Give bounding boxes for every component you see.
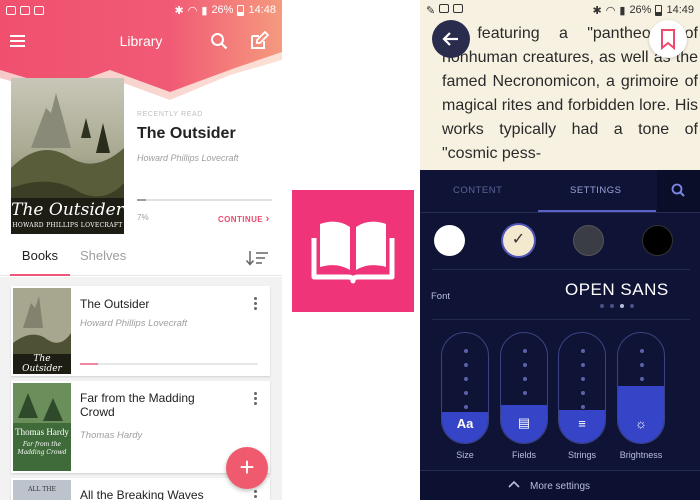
divider [432, 319, 690, 320]
status-bar: ✱ ◠ ▮ 26% 14:48 [0, 0, 282, 20]
clock: 14:49 [666, 4, 694, 16]
cover-title: The Outsider [22, 354, 62, 374]
notification-icon [6, 5, 16, 15]
strings-label: Strings [567, 450, 596, 460]
arrow-left-icon [442, 32, 458, 46]
book-title: The Outsider [80, 297, 150, 311]
book-card[interactable]: The Outsider The Outsider Howard Phillip… [11, 286, 270, 376]
tab-settings[interactable]: SETTINGS [570, 185, 622, 196]
battery-icon [237, 4, 245, 16]
more-vert-icon[interactable] [254, 297, 258, 312]
book-cover: Thomas Hardy Far from the Madding Crowd [13, 383, 71, 471]
reader-settings-panel: CONTENT SETTINGS ✓ Font OPEN SANS Aa ▤ ≡… [420, 170, 700, 500]
recent-progress-fill [137, 199, 147, 201]
cover-title: The Outsider [11, 200, 124, 220]
sort-icon[interactable] [245, 249, 269, 267]
battery-icon [655, 4, 663, 16]
size-label: Size [456, 450, 474, 460]
book-progress-fill [80, 363, 98, 365]
bluetooth-icon: ✱ [592, 4, 602, 17]
edit-icon[interactable] [249, 31, 269, 51]
tab-content[interactable]: CONTENT [453, 185, 502, 196]
check-icon: ✓ [511, 231, 526, 248]
bookmark-icon [661, 29, 675, 51]
more-vert-icon[interactable] [254, 490, 258, 500]
book-cover: The Outsider [13, 288, 71, 374]
mail-icon [453, 3, 464, 13]
font-selector[interactable]: OPEN SANS [565, 280, 669, 300]
signal-icon: ▮ [201, 4, 208, 17]
cover-title: ALL THE [28, 486, 56, 493]
mail-icon [34, 5, 44, 15]
more-settings-label: More settings [530, 481, 591, 492]
book-title: Far from the Madding Crowd [80, 391, 195, 419]
brightness-slider[interactable]: ☼ [617, 332, 665, 444]
book-cover: ALL THE [13, 480, 71, 500]
recently-read-label: RECENTLY READ [137, 111, 203, 118]
margins-icon: ▤ [517, 415, 531, 430]
size-slider[interactable]: Aa [441, 332, 489, 444]
app-logo [292, 190, 414, 312]
recent-book-title[interactable]: The Outsider [137, 125, 236, 143]
chevron-right-icon: › [265, 213, 270, 225]
text-size-icon: Aa [456, 416, 474, 431]
cover-author: Thomas Hardy [15, 427, 69, 437]
fields-slider[interactable]: ▤ [500, 332, 548, 444]
search-icon [671, 183, 685, 197]
signal-icon: ▮ [619, 4, 626, 17]
theme-sepia-swatch[interactable]: ✓ [503, 225, 534, 256]
brightness-label: Brightness [619, 450, 663, 460]
battery-percent: 26% [211, 4, 234, 16]
recent-progress-text: 7% [137, 213, 149, 222]
theme-gray-swatch[interactable] [573, 225, 604, 256]
search-icon[interactable] [210, 32, 228, 50]
slider-fill [618, 385, 664, 443]
cover-author: HOWARD PHILLIPS LOVECRAFT [12, 222, 123, 229]
continue-label: CONTINUE [218, 215, 263, 224]
image-icon [439, 3, 450, 13]
strings-slider[interactable]: ≡ [558, 332, 606, 444]
divider [420, 212, 700, 213]
more-settings-button[interactable]: More settings [420, 470, 700, 500]
recent-book-author: Howard Phillips Lovecraft [137, 153, 239, 163]
battery-percent: 26% [629, 4, 652, 16]
theme-white-swatch[interactable] [434, 225, 465, 256]
library-screen: ✱ ◠ ▮ 26% 14:48 Library The Outsider HOW… [0, 0, 282, 500]
recent-progress-bar [137, 199, 272, 201]
add-book-button[interactable]: + [226, 447, 268, 489]
book-title: All the Breaking Waves [80, 488, 204, 500]
theme-black-swatch[interactable] [642, 225, 673, 256]
tab-books[interactable]: Books [10, 248, 70, 276]
bluetooth-icon: ✱ [174, 4, 184, 17]
divider [432, 269, 690, 270]
wrench-icon: ✎ [426, 4, 436, 17]
more-vert-icon[interactable] [254, 392, 258, 407]
recent-book-cover[interactable]: The Outsider HOWARD PHILLIPS LOVECRAFT [11, 78, 124, 234]
open-book-icon [311, 221, 395, 284]
page-title: Library [119, 33, 163, 49]
line-spacing-icon: ≡ [578, 416, 586, 431]
font-page-indicator [600, 304, 634, 308]
tab-shelves[interactable]: Shelves [80, 248, 126, 263]
chevron-up-icon [508, 480, 520, 488]
book-progress-bar [80, 363, 258, 365]
back-button[interactable] [432, 20, 470, 58]
reader-screen: ✎ ✱ ◠ ▮ 26% 14:49 ks featuring a "panthe… [420, 0, 700, 500]
panel-search-button[interactable] [657, 170, 700, 212]
clock: 14:48 [248, 4, 276, 16]
image-icon [20, 5, 30, 15]
continue-button[interactable]: CONTINUE › [218, 213, 270, 225]
wifi-icon: ◠ [605, 4, 616, 17]
fields-label: Fields [511, 450, 536, 460]
library-tabs: Books Shelves [0, 240, 282, 276]
font-label: Font [431, 291, 451, 302]
wifi-icon: ◠ [187, 4, 198, 17]
status-bar: ✎ ✱ ◠ ▮ 26% 14:49 [420, 0, 700, 20]
bookmark-button[interactable] [649, 20, 687, 58]
brightness-icon: ☼ [635, 416, 647, 431]
book-author: Thomas Hardy [80, 430, 143, 441]
book-author: Howard Phillips Lovecraft [80, 318, 188, 329]
cover-title: Far from the Madding Crowd [17, 441, 67, 456]
